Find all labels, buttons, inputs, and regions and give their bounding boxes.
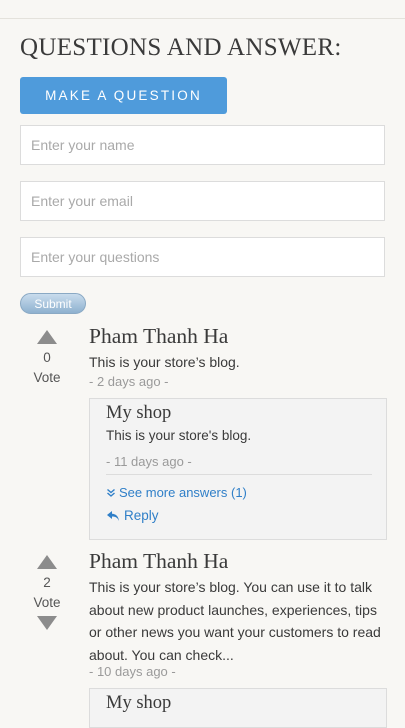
question-author: Pham Thanh Ha	[89, 549, 229, 573]
question-body: This is your store’s blog.	[89, 354, 240, 370]
reply-icon	[106, 510, 120, 522]
answer-card: My shop This is your store's blog. - 11 …	[89, 398, 387, 540]
downvote-icon[interactable]	[37, 616, 57, 630]
submit-button[interactable]: Submit	[20, 293, 86, 314]
see-more-answers-link[interactable]: See more answers (1)	[106, 485, 247, 500]
vote-widget: 0 Vote	[20, 330, 74, 386]
question-author: Pham Thanh Ha	[89, 324, 229, 348]
vote-count: 0	[43, 350, 51, 365]
vote-label: Vote	[33, 595, 61, 610]
answer-author: My shop	[106, 403, 172, 423]
upvote-icon[interactable]	[37, 555, 57, 569]
see-more-label: See more answers (1)	[119, 485, 247, 500]
questions-input[interactable]	[20, 237, 385, 277]
answer-author: My shop	[106, 693, 172, 713]
answer-divider	[106, 474, 372, 475]
name-input[interactable]	[20, 125, 385, 165]
answer-card: My shop	[89, 688, 387, 728]
question-date: - 10 days ago -	[89, 664, 176, 679]
email-input[interactable]	[20, 181, 385, 221]
answer-body: This is your store's blog.	[106, 428, 252, 443]
answer-date: - 11 days ago -	[106, 454, 192, 469]
double-chevron-down-icon	[106, 488, 116, 498]
vote-widget: 2 Vote	[20, 555, 74, 630]
reply-label: Reply	[124, 508, 159, 523]
make-question-button[interactable]: MAKE A QUESTION	[20, 77, 227, 114]
upvote-icon[interactable]	[37, 330, 57, 344]
top-divider	[0, 18, 405, 19]
vote-label: Vote	[33, 370, 61, 385]
reply-button[interactable]: Reply	[106, 508, 159, 523]
question-body: This is your store’s blog. You can use i…	[89, 579, 381, 663]
section-title: QUESTIONS AND ANSWER:	[20, 34, 342, 61]
question-date: - 2 days ago -	[89, 374, 169, 389]
vote-count: 2	[43, 575, 51, 590]
